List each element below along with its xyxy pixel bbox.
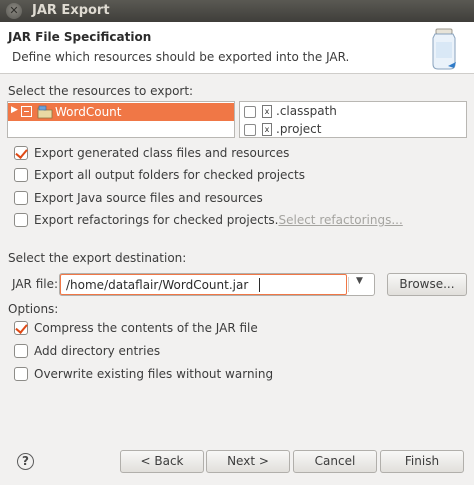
checkbox[interactable] [14, 344, 28, 358]
checkbox[interactable] [14, 168, 28, 182]
page-title: JAR File Specification [8, 30, 152, 44]
checkbox[interactable] [14, 191, 28, 205]
select-refactorings-link: Select refactorings... [278, 213, 403, 227]
finish-button[interactable]: Finish [380, 450, 464, 473]
jar-file-input[interactable]: /home/dataflair/WordCount.jar [60, 274, 347, 295]
checkbox[interactable] [14, 321, 28, 335]
combo-separator [348, 277, 349, 292]
partial-checkbox[interactable] [21, 106, 32, 117]
option-label[interactable]: Add directory entries [34, 344, 160, 358]
back-button[interactable]: < Back [120, 450, 204, 473]
next-button[interactable]: Next > [206, 450, 290, 473]
resources-label: Select the resources to export: [8, 84, 194, 98]
window-title: JAR Export [32, 3, 110, 18]
option-label[interactable]: Export generated class files and resourc… [34, 146, 289, 160]
java-project-icon [37, 105, 53, 119]
cancel-button[interactable]: Cancel [293, 450, 377, 473]
jar-file-label: JAR file: [12, 277, 59, 291]
resource-tree[interactable]: ▶ WordCount [7, 101, 235, 138]
jar-file-path: /home/dataflair/WordCount.jar [66, 278, 249, 292]
checkbox[interactable] [14, 213, 28, 227]
option-label[interactable]: Export all output folders for checked pr… [34, 168, 305, 182]
checkbox[interactable] [14, 146, 28, 160]
file-list[interactable]: x .classpath x .project [239, 101, 467, 138]
jar-file-combobox[interactable]: /home/dataflair/WordCount.jar ▼ [59, 273, 375, 296]
close-window-button[interactable]: ✕ [6, 3, 22, 19]
browse-button[interactable]: Browse... [387, 273, 467, 296]
dropdown-arrow-icon[interactable]: ▼ [356, 276, 363, 286]
options-label: Options: [8, 302, 59, 316]
destination-label: Select the export destination: [8, 251, 187, 265]
xml-file-icon: x [262, 105, 272, 118]
page-description: Define which resources should be exporte… [12, 50, 350, 64]
expand-arrow-icon[interactable]: ▶ [11, 105, 18, 115]
option-label[interactable]: Overwrite existing files without warning [34, 367, 273, 381]
tree-item-label: WordCount [55, 105, 122, 119]
tree-item-wordcount[interactable]: ▶ WordCount [8, 103, 234, 121]
checkbox[interactable] [14, 367, 28, 381]
xml-file-icon: x [262, 123, 272, 136]
file-checkbox[interactable] [244, 124, 256, 136]
option-label[interactable]: Compress the contents of the JAR file [34, 321, 258, 335]
file-checkbox[interactable] [244, 106, 256, 118]
wizard-banner: JAR File Specification Define which reso… [0, 22, 474, 74]
file-name: .classpath [276, 104, 337, 118]
jar-icon [432, 28, 456, 70]
title-bar: ✕ JAR Export [0, 0, 474, 22]
text-cursor [259, 278, 260, 292]
file-name: .project [276, 122, 322, 136]
help-icon[interactable]: ? [17, 453, 34, 470]
option-label[interactable]: Export refactorings for checked projects… [34, 213, 403, 227]
option-label[interactable]: Export Java source files and resources [34, 191, 263, 205]
option-text: Export refactorings for checked projects… [34, 213, 279, 227]
